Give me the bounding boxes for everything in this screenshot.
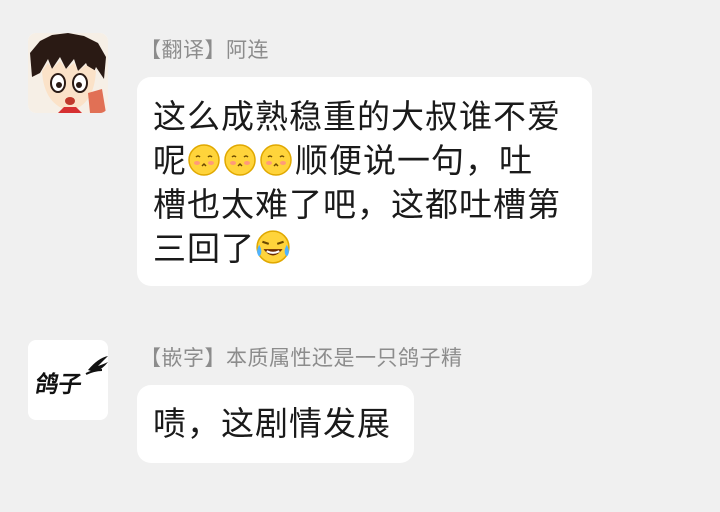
wing-icon <box>85 356 108 375</box>
laugh-cry-emoji-icon <box>256 230 290 264</box>
message-text-line: 啧，这剧情发展 <box>153 404 391 443</box>
message-text-line: 槽也太难了吧，这都吐槽第 <box>153 185 561 224</box>
blush-emoji-icon <box>188 144 220 176</box>
message-text: 三回了 <box>153 229 255 268</box>
avatar[interactable]: 鸽子 <box>28 340 108 420</box>
avatar[interactable] <box>28 33 108 113</box>
message-text-line: 三回了 <box>153 227 574 271</box>
message-bubble[interactable]: 这么成熟稳重的大叔谁不爱 呢 顺便说一句，吐 槽也太难了吧，这都吐槽第 三回了 <box>137 77 592 286</box>
sender-name: 【嵌字】本质属性还是一只鸽子精 <box>140 346 463 370</box>
message-text: 呢 <box>153 141 187 180</box>
blush-emoji-icon <box>224 144 256 176</box>
message-text: 顺便说一句，吐 <box>295 141 533 180</box>
sender-name: 【翻译】阿连 <box>140 38 269 62</box>
blush-emoji-icon <box>260 144 292 176</box>
message-bubble[interactable]: 啧，这剧情发展 <box>137 385 414 463</box>
message-text-line: 这么成熟稳重的大叔谁不爱 <box>153 97 561 136</box>
message-text-line: 呢 顺便说一句，吐 <box>153 139 574 183</box>
anime-boy-avatar-icon <box>28 33 108 113</box>
